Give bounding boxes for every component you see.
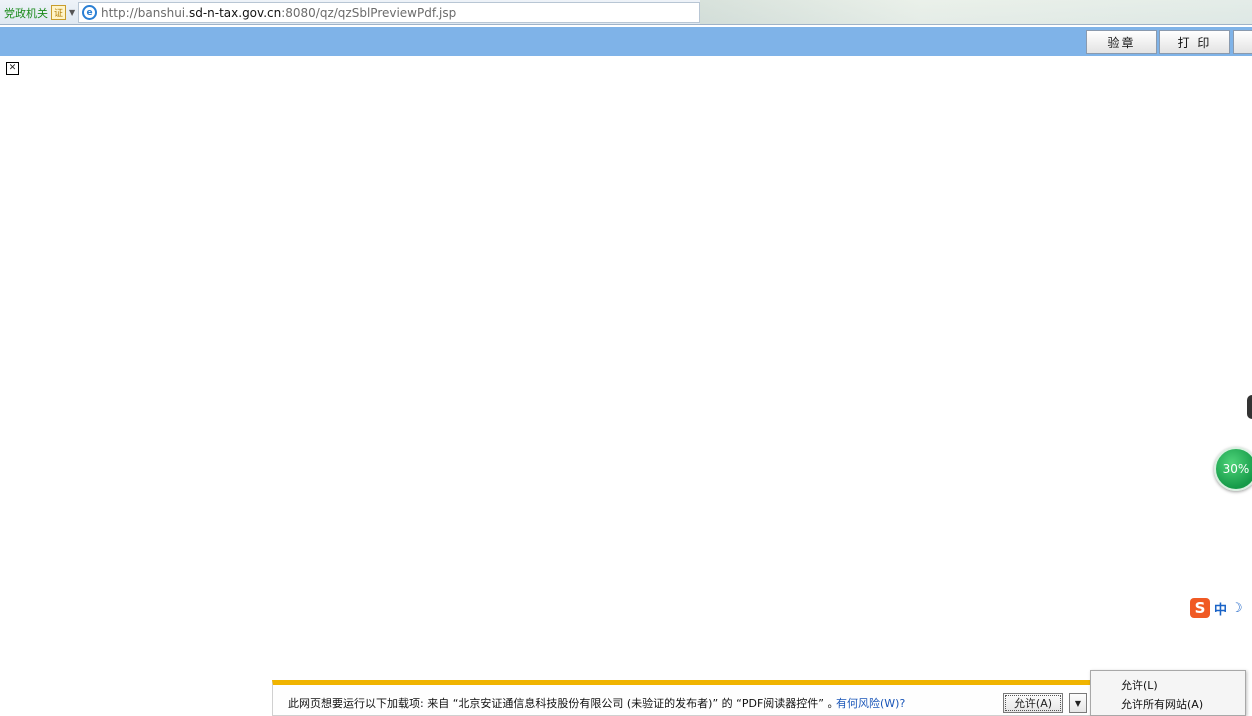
ie-icon: e	[82, 5, 97, 20]
verify-seal-button[interactable]: 验章	[1086, 30, 1157, 54]
ime-toolbar[interactable]: S 中 ☽	[1190, 596, 1243, 620]
notification-message: 此网页想要运行以下加载项: 来自 “北京安证通信息科技股份有限公司 (未验证的发…	[288, 697, 839, 710]
address-bar: 党政机关 证 ▼ e http://banshui.sd-n-tax.gov.c…	[0, 0, 1252, 25]
ime-language-toggle[interactable]: 中	[1214, 599, 1227, 618]
addon-notification-bar: 此网页想要运行以下加载项: 来自 “北京安证通信息科技股份有限公司 (未验证的发…	[272, 680, 1092, 716]
menu-item-allow-all-sites[interactable]: 允许所有网站(A)	[1121, 696, 1203, 712]
chevron-down-icon[interactable]: ▼	[69, 8, 75, 17]
menu-item-allow[interactable]: 允许(L)	[1121, 677, 1158, 693]
url-text[interactable]: http://banshui.sd-n-tax.gov.cn:8080/qz/q…	[101, 6, 456, 20]
certificate-icon[interactable]: 证	[51, 5, 66, 20]
allow-button[interactable]: 允许(A)	[1003, 693, 1063, 713]
security-zone[interactable]: 党政机关 证 ▼	[0, 3, 79, 22]
allow-dropdown-button[interactable]: ▼	[1069, 693, 1087, 713]
speed-ball-widget[interactable]: 30%	[1214, 447, 1252, 491]
url-input[interactable]: e http://banshui.sd-n-tax.gov.cn:8080/qz…	[78, 2, 700, 23]
print-button[interactable]: 打 印	[1159, 30, 1230, 54]
sogou-icon[interactable]: S	[1190, 598, 1210, 618]
close-icon[interactable]: ✕	[6, 62, 19, 75]
more-button[interactable]	[1233, 30, 1252, 54]
zone-label: 党政机关	[4, 6, 48, 20]
document-toolbar: 验章 打 印	[0, 27, 1252, 56]
tab-strip-area	[700, 0, 1252, 24]
allow-options-menu: 允许(L) 允许所有网站(A)	[1090, 670, 1246, 716]
moon-icon[interactable]: ☽	[1231, 601, 1243, 616]
risk-link[interactable]: 有何风险(W)?	[836, 695, 905, 711]
side-panel-handle[interactable]	[1247, 395, 1252, 419]
